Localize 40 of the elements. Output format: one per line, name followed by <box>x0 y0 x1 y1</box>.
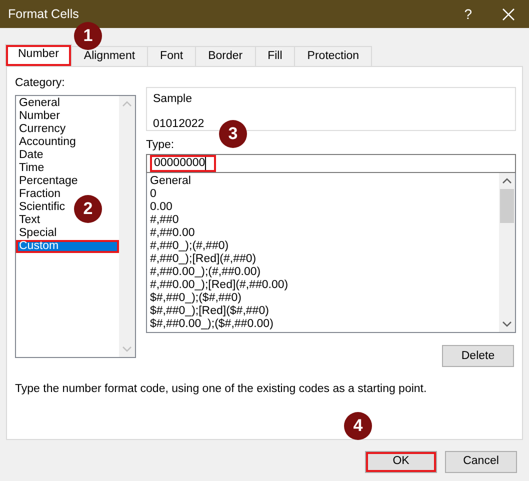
category-item[interactable]: Accounting <box>16 136 79 150</box>
category-item[interactable]: Date <box>16 149 46 162</box>
category-label: Category: <box>15 76 66 91</box>
delete-button[interactable]: Delete <box>442 345 514 368</box>
sample-label: Sample <box>153 92 193 107</box>
type-label: Type: <box>146 138 176 153</box>
format-item[interactable]: #,##0.00 <box>147 227 198 240</box>
format-item[interactable]: 0 <box>147 188 160 202</box>
category-item[interactable]: General <box>16 97 63 110</box>
format-item[interactable]: $#,##0_);($#,##0) <box>147 292 244 306</box>
format-list[interactable]: General 0 0.00 #,##0 #,##0.00 #,##0_);(#,##0) #,##0_);[Red](#,##0) #,##0.00_);(#,##0.00) #,##0.00_);[Red](#,##0.00) $#,##0_);($#,##0) $#,##0_);[Red]($#,##0) $#,##0.00_);($#,##0.00) <box>146 173 516 334</box>
description-text: Type the number format code, using one of the existing codes as a starting point. <box>14 382 428 398</box>
sample-value: 01012022 <box>153 118 204 130</box>
format-item[interactable]: #,##0_);[Red](#,##0) <box>147 253 260 266</box>
category-item[interactable]: Special <box>16 227 60 240</box>
category-item[interactable]: Scientific <box>16 201 68 214</box>
type-field[interactable]: 00000000 <box>146 154 516 174</box>
category-item[interactable]: Currency <box>16 123 69 136</box>
format-item[interactable]: #,##0.00_);(#,##0.00) <box>147 266 264 280</box>
window-title: Format Cells <box>7 6 80 23</box>
dialog-button[interactable]: Cancel <box>445 451 517 473</box>
format-item[interactable]: General <box>147 175 194 188</box>
close-icon[interactable] <box>502 8 515 20</box>
dialog-button[interactable]: OK <box>365 451 437 473</box>
category-item[interactable]: Time <box>16 162 48 176</box>
category-item[interactable]: Custom <box>16 240 119 254</box>
category-item[interactable]: Number <box>16 110 63 124</box>
help-button[interactable]: ? <box>464 4 472 24</box>
tab[interactable]: Protection <box>294 46 372 66</box>
format-item[interactable]: #,##0_);(#,##0) <box>147 240 232 254</box>
format-item[interactable]: $#,##0.00_);($#,##0.00) <box>147 318 276 332</box>
category-item[interactable]: Fraction <box>16 188 64 202</box>
tab[interactable]: Number <box>5 44 72 66</box>
format-item[interactable]: #,##0 <box>147 214 182 228</box>
category-item[interactable]: Text <box>16 214 44 228</box>
scrollbar-thumb[interactable] <box>500 189 514 224</box>
format-item[interactable]: #,##0.00_);[Red](#,##0.00) <box>147 279 292 292</box>
category-item[interactable]: Percentage <box>16 175 81 188</box>
format-item[interactable]: 0.00 <box>147 201 176 214</box>
format-item[interactable]: $#,##0_);[Red]($#,##0) <box>147 305 272 318</box>
